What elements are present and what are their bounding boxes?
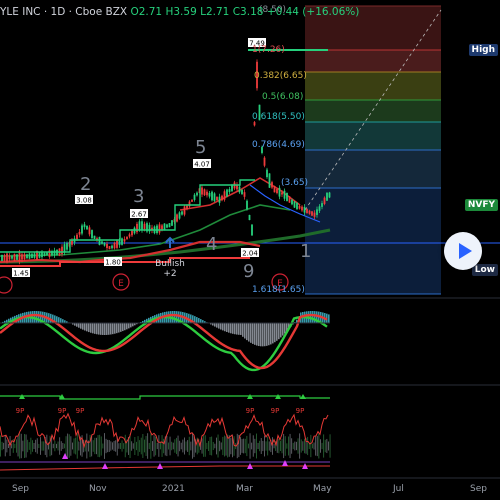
fib-label-382: 0.382(6.65) (254, 71, 307, 81)
bullish-label: Bullish (155, 259, 185, 269)
change-value: +0.44 (+16.06%) (266, 6, 360, 18)
wave-1: 1 (300, 241, 311, 262)
fib-zone-1 (305, 50, 441, 72)
fib-label-618: 0.618(5.50) (252, 112, 305, 122)
svg-text:9P: 9P (58, 407, 67, 415)
fib-zone-786 (305, 150, 441, 188)
e-label-1: E (118, 279, 124, 289)
svg-text:9P: 9P (246, 407, 255, 415)
wave-9: 9 (243, 261, 254, 282)
indicator-pane: 9P 9P 9P 9P 9P 9P (0, 394, 331, 471)
x-axis-label: 2021 (162, 484, 185, 494)
wave-5: 5 (195, 137, 206, 158)
high-value: H3.59 (165, 6, 197, 18)
bullish-count: +2 (163, 269, 176, 279)
price-candles (0, 49, 331, 267)
symbol-title: YLE INC · 1D · Cboe BZX (0, 6, 128, 18)
label-180: 1.80 (105, 259, 121, 267)
close-value: C3.18 (232, 6, 264, 18)
play-icon (459, 243, 472, 259)
svg-text:9P: 9P (76, 407, 85, 415)
svg-text:9P: 9P (296, 407, 305, 415)
chart-stage: 7.49 4.07 3.08 2.67 2.04 1.80 1.45 2 3 5… (0, 5, 500, 479)
label-267: 2.67 (131, 211, 147, 219)
play-button[interactable] (444, 232, 482, 270)
svg-text:9P: 9P (271, 407, 280, 415)
wave-2: 2 (80, 174, 91, 195)
x-axis-label: Nov (89, 484, 107, 494)
wave-4: 4 (206, 234, 217, 255)
high-tag: High (468, 44, 498, 56)
low-tag: Low (471, 264, 498, 276)
fib-zone-618 (305, 122, 441, 150)
label-145: 1.45 (13, 270, 29, 278)
osc-green-line (0, 315, 328, 372)
fib-label-5: 0.5(6.08) (262, 92, 303, 102)
symbol-header: YLE INC · 1D · Cboe BZX O2.71 H3.59 L2.7… (0, 6, 359, 18)
x-axis-label: Mar (236, 484, 253, 494)
fib-zone-382 (305, 72, 441, 100)
label-204: 2.04 (242, 250, 258, 258)
fib-label-786: 0.786(4.69) (252, 140, 305, 150)
x-axis-label: Sep (470, 484, 487, 494)
svg-text:9P: 9P (16, 407, 25, 415)
fib-label-365: (3.65) (281, 178, 308, 188)
open-value: O2.71 (130, 6, 163, 18)
fib-label-1618: 1.618(1.65) (252, 285, 305, 295)
label-407: 4.07 (194, 161, 210, 169)
ticker-tag: NVFY (464, 199, 498, 211)
low-value: L2.71 (200, 6, 230, 18)
wave-3: 3 (133, 186, 144, 207)
x-axis-label: Jul (393, 484, 404, 494)
x-axis-label: Sep (12, 484, 29, 494)
fib-label-1: 1(7.26) (252, 45, 285, 55)
x-axis-label: May (313, 484, 332, 494)
oscillator-pane (0, 311, 330, 372)
label-308: 3.08 (76, 197, 92, 205)
fib-zone-5 (305, 100, 441, 122)
